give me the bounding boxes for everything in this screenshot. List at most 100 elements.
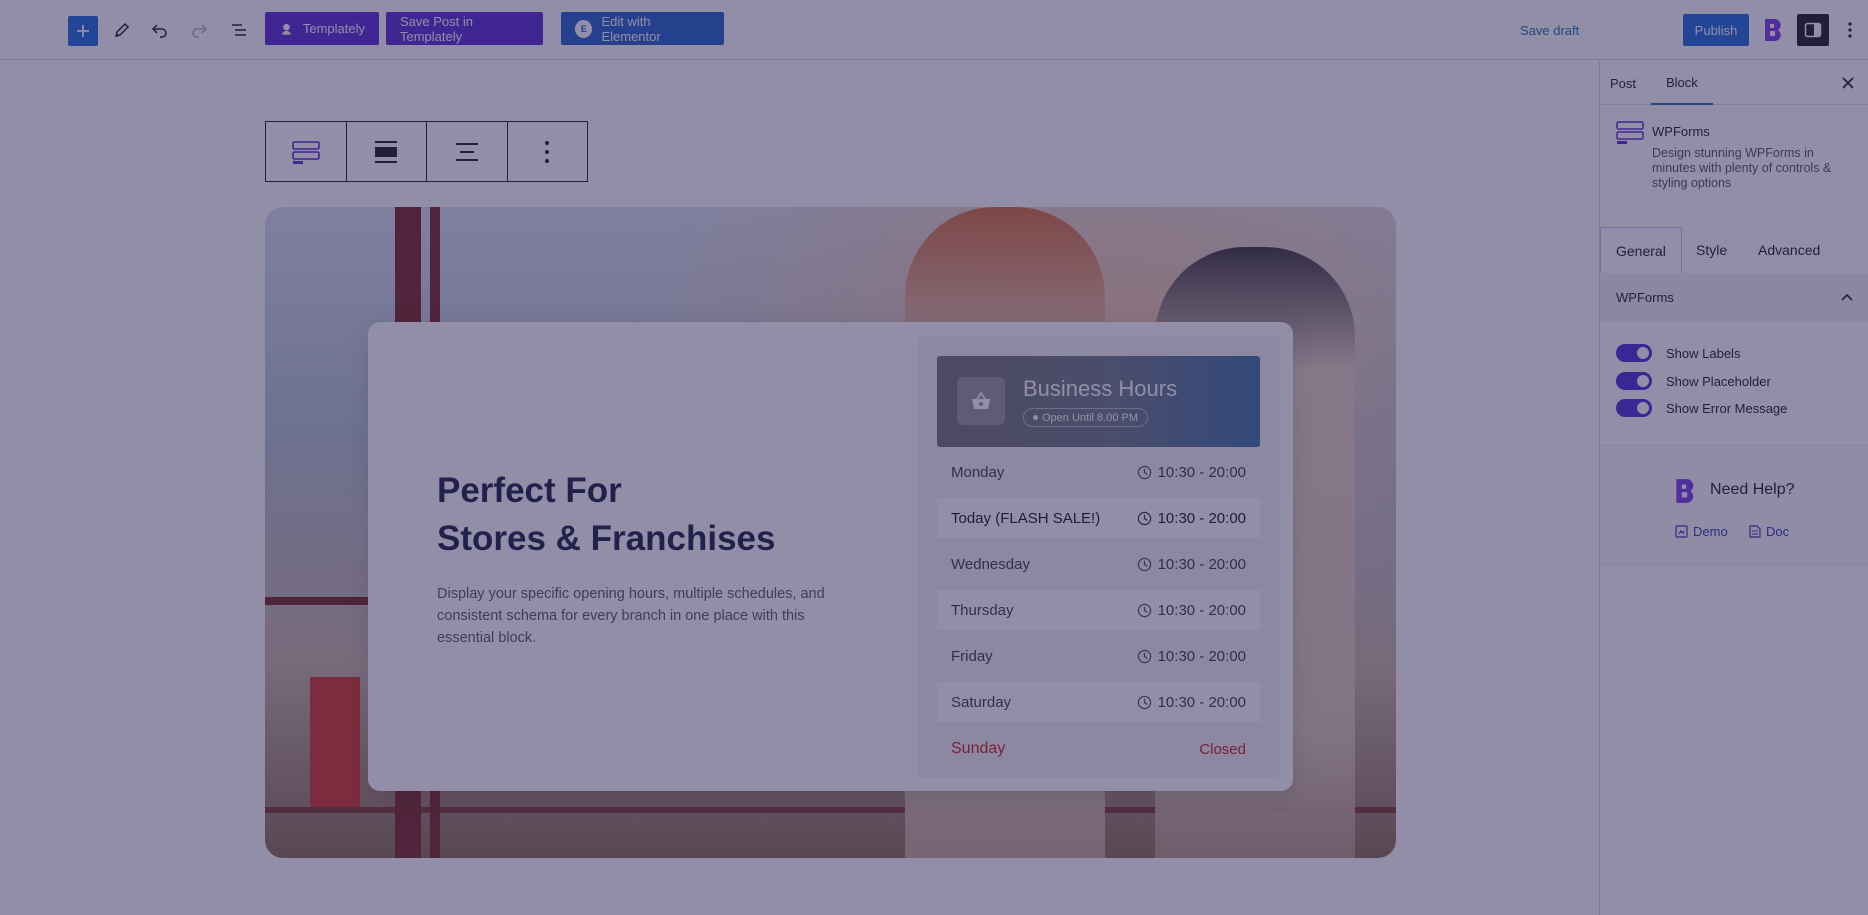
close-sidebar-button[interactable]: [1836, 71, 1860, 95]
day-label: Thursday: [951, 601, 1014, 619]
templately-button[interactable]: Templately: [265, 12, 379, 45]
document-icon: [1749, 525, 1761, 538]
tab-general[interactable]: General: [1600, 227, 1682, 273]
wpforms-panel-header[interactable]: WPForms: [1600, 273, 1868, 321]
shopping-basket-icon: [957, 377, 1005, 425]
chevron-up-icon: [1841, 293, 1853, 301]
tab-post[interactable]: Post: [1610, 61, 1636, 105]
business-hours-block[interactable]: Business Hours Open Until 8.00 PM Monday…: [917, 336, 1280, 778]
time-text: 10:30 - 20:00: [1157, 693, 1246, 711]
show-placeholder-label: Show Placeholder: [1666, 373, 1771, 389]
settings-sidebar: Post Block WPForms Design stunning WPFor…: [1599, 61, 1868, 915]
plus-icon: [77, 25, 89, 37]
show-error-message-label: Show Error Message: [1666, 400, 1788, 416]
time-text: 10:30 - 20:00: [1157, 555, 1246, 573]
tab-style-label: Style: [1696, 242, 1728, 258]
doc-link[interactable]: Doc: [1749, 524, 1789, 539]
time-text: 10:30 - 20:00: [1157, 601, 1246, 619]
tab-post-label: Post: [1610, 75, 1637, 91]
block-type-button[interactable]: [266, 122, 347, 181]
clock-icon: [1137, 695, 1151, 709]
options-menu-button[interactable]: [1838, 14, 1862, 46]
red-sign-decoration: [310, 677, 360, 807]
closed-text: Closed: [1199, 740, 1246, 758]
publish-button[interactable]: Publish: [1683, 14, 1749, 46]
redo-button[interactable]: [183, 14, 215, 46]
block-description: Design stunning WPForms in minutes with …: [1652, 146, 1832, 190]
settings-sidebar-toggle[interactable]: [1797, 14, 1829, 46]
need-help-title: Need Help?: [1710, 481, 1795, 498]
open-status-badge: Open Until 8.00 PM: [1023, 408, 1148, 427]
hours-row: Friday 10:30 - 20:00: [937, 636, 1260, 676]
edit-with-elementor-button[interactable]: E Edit with Elementor: [561, 12, 724, 45]
heading-line-1: Perfect For: [437, 471, 622, 510]
align-text-button[interactable]: [427, 122, 508, 181]
show-placeholder-toggle[interactable]: [1616, 372, 1652, 390]
time-value: 10:30 - 20:00: [1137, 510, 1246, 527]
templately-icon: [281, 23, 292, 35]
editor-canvas[interactable]: Perfect For Stores & Franchises Display …: [0, 61, 1599, 915]
show-error-message-row: Show Error Message: [1616, 398, 1787, 418]
tab-block-label: Block: [1666, 74, 1698, 90]
tab-advanced[interactable]: Advanced: [1758, 227, 1820, 273]
business-hours-title: Business Hours: [1023, 376, 1178, 401]
block-name: WPForms: [1652, 124, 1710, 139]
add-block-button[interactable]: [68, 16, 98, 46]
align-full-button[interactable]: [347, 122, 427, 181]
close-icon: [1842, 77, 1854, 89]
undo-icon: [151, 24, 167, 38]
elementor-label: Edit with Elementor: [601, 13, 661, 44]
time-value: 10:30 - 20:00: [1137, 556, 1246, 573]
show-labels-toggle[interactable]: [1616, 344, 1652, 362]
block-toolbar: [265, 121, 588, 182]
clock-icon: [1137, 603, 1151, 617]
redo-icon: [192, 24, 208, 38]
demo-icon: [1675, 525, 1688, 538]
save-draft-label: Save draft: [1520, 22, 1580, 38]
card-description: Display your specific opening hours, mul…: [437, 586, 825, 646]
essential-blocks-logo-icon: [1765, 19, 1781, 41]
publish-label: Publish: [1694, 22, 1738, 38]
sidebar-panel-icon: [1804, 22, 1822, 38]
show-labels-row: Show Labels: [1616, 343, 1740, 363]
day-label: Wednesday: [951, 555, 1030, 573]
clock-icon: [1137, 511, 1151, 525]
hours-row: Saturday 10:30 - 20:00: [937, 682, 1260, 722]
tab-block[interactable]: Block: [1651, 61, 1713, 105]
more-vertical-icon: [1848, 22, 1852, 38]
time-text: 10:30 - 20:00: [1157, 509, 1246, 527]
tools-button[interactable]: [106, 14, 138, 46]
block-options-button[interactable]: [508, 122, 588, 181]
document-overview-button[interactable]: [223, 14, 255, 46]
hours-row-sunday: Sunday Closed: [937, 729, 1260, 769]
save-post-templately-button[interactable]: Save Post in Templately: [386, 12, 543, 45]
pencil-icon: [114, 22, 130, 38]
inspector-sub-tabs: General Style Advanced: [1600, 227, 1868, 273]
wpforms-block-icon: [291, 140, 320, 164]
sidebar-tabs: Post Block: [1600, 61, 1868, 105]
demo-label: Demo: [1693, 524, 1728, 539]
essential-blocks-logo-button[interactable]: [1762, 17, 1784, 43]
align-full-icon: [375, 140, 398, 163]
status-dot-icon: [1033, 415, 1038, 420]
clock-icon: [1137, 557, 1151, 571]
time-value: 10:30 - 20:00: [1137, 602, 1246, 619]
business-hours-header: Business Hours Open Until 8.00 PM: [937, 356, 1260, 447]
show-error-message-toggle[interactable]: [1616, 399, 1652, 417]
save-draft-button[interactable]: Save draft: [1520, 18, 1579, 42]
clock-icon: [1137, 465, 1151, 479]
hours-card: Perfect For Stores & Franchises Display …: [368, 322, 1293, 791]
tab-style[interactable]: Style: [1696, 227, 1727, 273]
list-view-icon: [232, 24, 246, 36]
hours-row: Monday 10:30 - 20:00: [937, 452, 1260, 492]
elementor-icon: E: [575, 19, 593, 38]
day-label: Monday: [951, 463, 1005, 481]
show-labels-label: Show Labels: [1666, 345, 1741, 361]
day-label: Sunday: [951, 740, 1006, 757]
day-label: Friday: [951, 647, 993, 665]
demo-link[interactable]: Demo: [1675, 524, 1728, 539]
doc-label: Doc: [1766, 524, 1790, 539]
undo-button[interactable]: [144, 14, 176, 46]
hours-row: Thursday 10:30 - 20:00: [937, 590, 1260, 630]
help-section: Need Help? Demo Doc: [1600, 445, 1868, 565]
